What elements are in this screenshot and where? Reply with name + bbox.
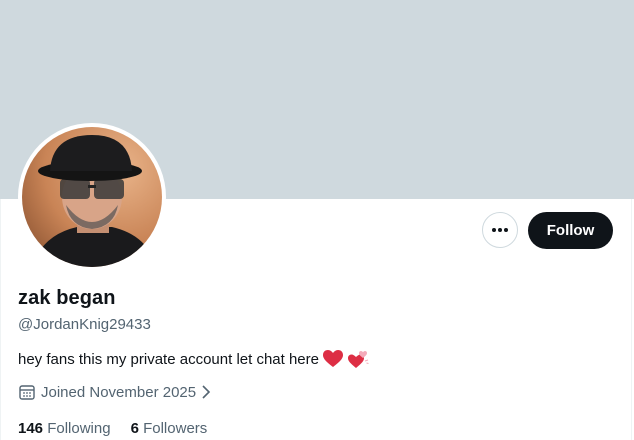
avatar[interactable]: [18, 123, 166, 271]
display-name: zak began: [18, 287, 116, 309]
calendar-icon: [19, 385, 35, 400]
joined-date[interactable]: Joined November 2025: [18, 383, 211, 401]
profile-stats: 146 Following 6 Followers: [18, 420, 207, 437]
following-link[interactable]: 146 Following: [18, 420, 111, 437]
more-dots-icon: [492, 228, 508, 232]
following-label: Following: [47, 420, 111, 437]
followers-count: 6: [130, 420, 139, 437]
followers-label: Followers: [143, 420, 208, 437]
followers-link[interactable]: 6 Followers: [131, 420, 208, 437]
more-options-button[interactable]: [482, 212, 518, 248]
following-count: 146: [18, 420, 44, 437]
follow-button[interactable]: Follow: [528, 212, 613, 249]
two-hearts-icon: [347, 349, 369, 369]
avatar-photo: [22, 127, 162, 267]
red-heart-icon: [323, 350, 343, 368]
chevron-right-icon: [202, 385, 211, 399]
bio-text: hey fans this my private account let cha…: [18, 350, 319, 368]
joined-text: Joined November 2025: [41, 383, 197, 401]
profile-bio: hey fans this my private account let cha…: [18, 349, 369, 369]
user-handle: @JordanKnig29433: [18, 316, 151, 333]
